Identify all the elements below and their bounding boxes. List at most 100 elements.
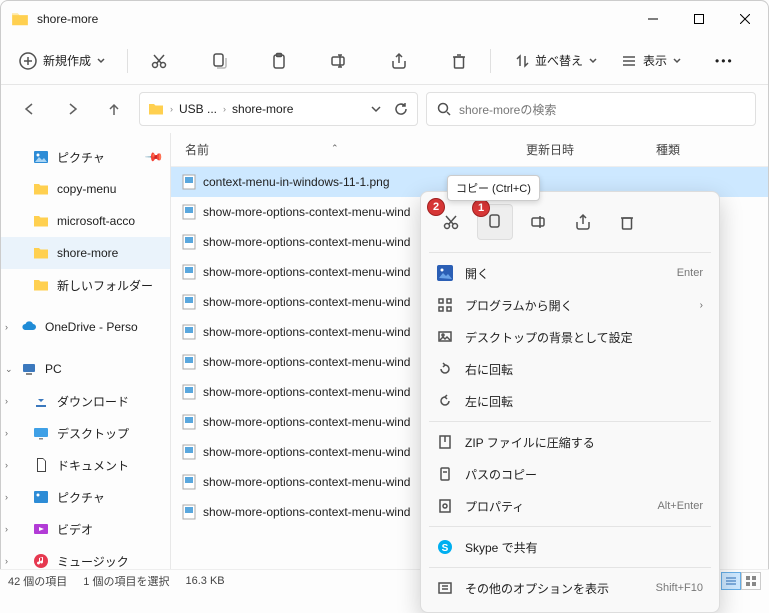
sidebar-item-shore-more[interactable]: shore-more [1, 237, 170, 269]
file-name: show-more-options-context-menu-wind [203, 235, 410, 249]
folder-icon [33, 181, 49, 197]
sidebar-item-pictures[interactable]: ピクチャ📌 [1, 141, 170, 173]
chevron-right-icon: › [170, 104, 173, 114]
zip-icon [437, 434, 453, 450]
file-name: show-more-options-context-menu-wind [203, 505, 410, 519]
view-toggle [721, 572, 761, 590]
sidebar-item-label: microsoft-acco [57, 214, 135, 228]
chevron-right-icon: › [5, 322, 8, 332]
chevron-right-icon: › [5, 492, 8, 502]
file-name: show-more-options-context-menu-wind [203, 385, 410, 399]
sidebar-item-new-folder[interactable]: 新しいフォルダー [1, 269, 170, 301]
share-button[interactable] [380, 44, 418, 78]
list-icon [621, 53, 637, 69]
address-bar[interactable]: › USB ... › shore-more [139, 92, 418, 126]
image-file-icon [181, 444, 197, 460]
column-name[interactable]: 名前⌃ [171, 141, 526, 158]
sidebar-item-microsoft-acco[interactable]: microsoft-acco [1, 205, 170, 237]
chevron-down-icon [589, 57, 597, 65]
chevron-down-icon[interactable] [371, 104, 381, 114]
cut-button[interactable] [140, 44, 178, 78]
sidebar-item-label: shore-more [57, 246, 118, 260]
sidebar-item-downloads[interactable]: ›ダウンロード [1, 385, 170, 417]
ctx-item-more-options[interactable]: その他のオプションを表示Shift+F10 [421, 572, 719, 604]
copy-button[interactable] [200, 44, 238, 78]
close-button[interactable] [722, 1, 768, 37]
breadcrumb-seg-1[interactable]: USB ... [179, 102, 217, 116]
ctx-item-label: その他のオプションを表示 [465, 580, 609, 597]
ctx-item-open-with[interactable]: プログラムから開く› [421, 289, 719, 321]
details-view-button[interactable] [721, 572, 741, 590]
image-file-icon [181, 414, 197, 430]
ctx-item-open[interactable]: 開くEnter [421, 257, 719, 289]
column-date[interactable]: 更新日時 [526, 141, 656, 158]
chevron-right-icon: › [700, 300, 703, 311]
view-button[interactable]: 表示 [611, 44, 691, 78]
picture-icon [33, 149, 49, 165]
up-button[interactable] [97, 92, 131, 126]
ctx-item-properties[interactable]: プロパティAlt+Enter [421, 490, 719, 522]
ctx-cut-button[interactable]: 2 [433, 204, 469, 240]
file-name: show-more-options-context-menu-wind [203, 475, 410, 489]
more-button[interactable]: ••• [705, 44, 744, 78]
chevron-right-icon: › [5, 460, 8, 470]
ctx-item-zip[interactable]: ZIP ファイルに圧縮する [421, 426, 719, 458]
context-menu: 2 1 開くEnter プログラムから開く› デスクトップの背景として設定 右に… [420, 191, 720, 613]
breadcrumb-seg-2[interactable]: shore-more [232, 102, 293, 116]
column-type[interactable]: 種類 [656, 141, 768, 158]
ctx-item-copy-path[interactable]: パスのコピー [421, 458, 719, 490]
ctx-item-label: 左に回転 [465, 393, 513, 410]
sidebar-item-label: ミュージック [57, 553, 129, 570]
music-icon [33, 553, 49, 569]
ctx-item-label: ZIP ファイルに圧縮する [465, 434, 595, 451]
status-selected: 1 個の項目を選択 [83, 573, 169, 589]
rename-icon [530, 213, 548, 231]
folder-icon [148, 101, 164, 117]
refresh-icon[interactable] [393, 101, 409, 117]
sidebar-item-desktop[interactable]: ›デスクトップ [1, 417, 170, 449]
menu-separator [429, 421, 711, 422]
forward-button[interactable] [55, 92, 89, 126]
sidebar-item-pc[interactable]: ⌄PC [1, 353, 170, 385]
sidebar-item-label: ビデオ [57, 521, 93, 538]
paste-button[interactable] [260, 44, 298, 78]
ctx-item-skype[interactable]: SSkype で共有 [421, 531, 719, 563]
maximize-button[interactable] [676, 1, 722, 37]
sidebar-item-copy-menu[interactable]: copy-menu [1, 173, 170, 205]
ctx-item-label: デスクトップの背景として設定 [465, 329, 633, 346]
ctx-item-rotate-left[interactable]: 左に回転 [421, 385, 719, 417]
ctx-item-set-background[interactable]: デスクトップの背景として設定 [421, 321, 719, 353]
separator [127, 49, 128, 73]
ctx-share-button[interactable] [565, 204, 601, 240]
thumbnails-view-button[interactable] [741, 572, 761, 590]
ctx-delete-button[interactable] [609, 204, 645, 240]
ctx-copy-button[interactable]: 1 [477, 204, 513, 240]
sidebar-item-pictures-2[interactable]: ›ピクチャ [1, 481, 170, 513]
trash-icon [618, 213, 636, 231]
delete-button[interactable] [440, 44, 478, 78]
more-options-icon [437, 580, 453, 596]
rename-button[interactable] [320, 44, 358, 78]
sidebar-item-label: ピクチャ [57, 149, 105, 166]
trash-icon [450, 52, 468, 70]
image-file-icon [181, 384, 197, 400]
sidebar-item-videos[interactable]: ›ビデオ [1, 513, 170, 545]
chevron-down-icon [97, 57, 105, 65]
back-button[interactable] [13, 92, 47, 126]
new-button[interactable]: 新規作成 [9, 44, 115, 78]
sidebar-item-documents[interactable]: ›ドキュメント [1, 449, 170, 481]
ctx-rename-button[interactable] [521, 204, 557, 240]
minimize-button[interactable] [630, 1, 676, 37]
ctx-item-rotate-right[interactable]: 右に回転 [421, 353, 719, 385]
ctx-item-label: パスのコピー [465, 466, 537, 483]
search-field[interactable]: shore-moreの検索 [426, 92, 756, 126]
sort-button[interactable]: 並べ替え [503, 44, 607, 78]
sidebar-item-label: デスクトップ [57, 425, 129, 442]
clipboard-icon [270, 52, 288, 70]
sidebar-item-label: copy-menu [57, 182, 116, 196]
desktop-icon [33, 425, 49, 441]
share-icon [574, 213, 592, 231]
file-name: show-more-options-context-menu-wind [203, 205, 410, 219]
properties-icon [437, 498, 453, 514]
sidebar-item-onedrive[interactable]: ›OneDrive - Perso [1, 311, 170, 343]
